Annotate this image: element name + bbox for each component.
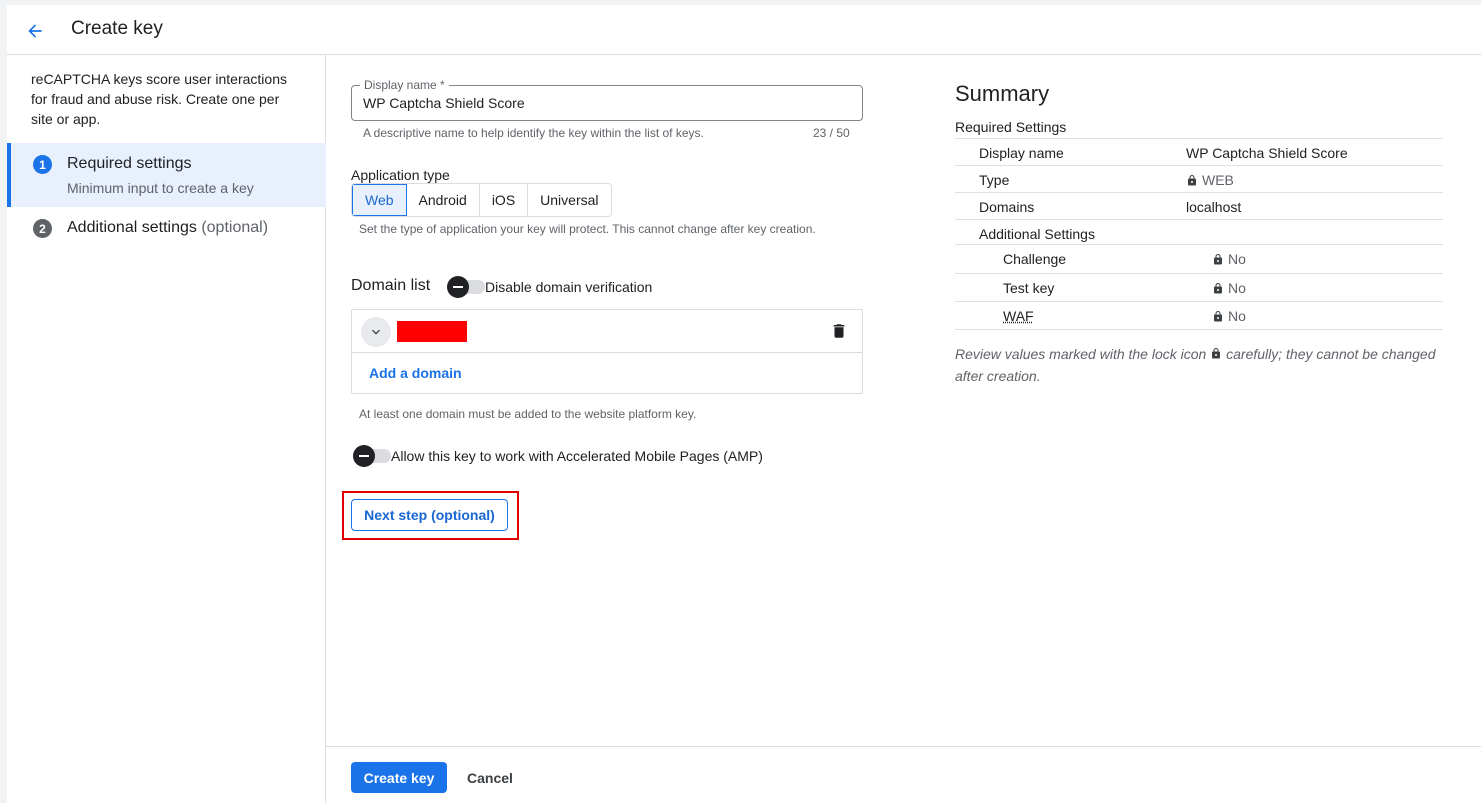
summary-row-challenge: Challenge No: [955, 245, 1443, 274]
summary-value-text: No: [1228, 280, 1246, 296]
next-step-button[interactable]: Next step (optional): [351, 499, 508, 531]
step-title: Additional settings (optional): [67, 219, 268, 237]
step-required-settings[interactable]: 1 Required settings Minimum input to cre…: [7, 143, 326, 207]
disable-domain-verification-toggle[interactable]: [447, 276, 485, 298]
redacted-domain: [397, 321, 467, 342]
lock-icon: [1214, 282, 1222, 293]
create-key-button[interactable]: Create key: [351, 762, 447, 793]
summary-value-text: No: [1228, 308, 1246, 324]
summary-value-locked: No: [1212, 251, 1246, 267]
app-type-ios[interactable]: iOS: [480, 184, 529, 216]
summary-table: Required Settings Display name WP Captch…: [955, 115, 1443, 330]
back-button[interactable]: [21, 17, 49, 45]
summary-section-heading: Additional Settings: [979, 226, 1095, 242]
app-type-android[interactable]: Android: [407, 184, 480, 216]
trash-icon: [833, 324, 845, 338]
domain-list-label: Domain list: [351, 277, 431, 294]
summary-row-type: Type WEB: [955, 166, 1443, 193]
page-header: Create key: [7, 5, 1481, 55]
lock-icon: [1214, 310, 1222, 321]
summary-row-domains: Domains localhost: [955, 193, 1443, 220]
step-number-badge: 2: [33, 219, 52, 238]
lock-icon: [1188, 174, 1196, 185]
summary-section-heading: Required Settings: [955, 119, 1067, 135]
summary-key-waf[interactable]: WAF: [1003, 308, 1034, 324]
amp-toggle[interactable]: [353, 445, 391, 467]
summary-section-required: Required Settings: [955, 115, 1443, 139]
display-name-hint: A descriptive name to help identify the …: [363, 126, 704, 140]
disable-domain-verification-label: Disable domain verification: [485, 279, 653, 295]
page-title: Create key: [71, 18, 163, 39]
application-type-label: Application type: [351, 167, 450, 183]
step-number-badge: 1: [33, 155, 52, 174]
chevron-down-icon: [372, 329, 380, 335]
display-name-input[interactable]: [363, 95, 763, 111]
summary-row-test-key: Test key No: [955, 274, 1443, 302]
toggle-knob: [447, 276, 469, 298]
summary-key: Test key: [1003, 280, 1055, 296]
amp-toggle-label: Allow this key to work with Accelerated …: [391, 448, 763, 464]
app-type-universal[interactable]: Universal: [528, 184, 610, 216]
display-name-field[interactable]: Display name *: [351, 78, 863, 121]
summary-value-text: No: [1228, 251, 1246, 267]
step-additional-settings[interactable]: 2 Additional settings (optional): [7, 207, 326, 271]
lock-icon: [1214, 253, 1222, 264]
create-key-page: Create key reCAPTCHA keys score user int…: [7, 5, 1481, 803]
app-type-web[interactable]: Web: [352, 184, 407, 216]
toggle-knob: [353, 445, 375, 467]
summary-value: WP Captcha Shield Score: [1186, 145, 1348, 161]
expand-domain-button[interactable]: [361, 317, 391, 347]
summary-row-display-name: Display name WP Captcha Shield Score: [955, 139, 1443, 166]
step-optional-tag: (optional): [201, 219, 269, 236]
display-name-counter: 23 / 50: [813, 126, 850, 140]
summary-value-locked: No: [1212, 308, 1246, 324]
summary-note: Review values marked with the lock icon …: [955, 343, 1443, 387]
domain-list-hint: At least one domain must be added to the…: [359, 407, 697, 421]
summary-title: Summary: [955, 81, 1050, 106]
summary-key: Display name: [979, 145, 1064, 161]
stepper-sidebar: reCAPTCHA keys score user interactions f…: [7, 55, 326, 803]
summary-value-text: WEB: [1202, 172, 1234, 188]
step-title-text: Additional settings: [67, 219, 197, 236]
domain-list-card: Add a domain: [351, 309, 863, 394]
summary-key: Domains: [979, 199, 1035, 215]
arrow-back-icon: [28, 24, 42, 38]
summary-key: Type: [979, 172, 1010, 188]
summary-note-before: Review values marked with the lock icon: [955, 346, 1207, 362]
action-footer: Create key Cancel: [326, 746, 1481, 803]
step-subtitle: Minimum input to create a key: [67, 180, 254, 196]
application-type-hint: Set the type of application your key wil…: [359, 222, 816, 236]
lock-icon: [1212, 348, 1221, 359]
step-title: Required settings: [67, 155, 192, 172]
display-name-label: Display name *: [360, 78, 449, 92]
summary-row-waf: WAF No: [955, 302, 1443, 330]
stepper-intro: reCAPTCHA keys score user interactions f…: [31, 71, 287, 127]
summary-value-locked: WEB: [1186, 172, 1234, 188]
add-domain-link[interactable]: Add a domain: [369, 365, 462, 381]
delete-domain-button[interactable]: [830, 322, 848, 342]
summary-value-locked: No: [1212, 280, 1246, 296]
cancel-button[interactable]: Cancel: [467, 770, 513, 786]
summary-section-additional: Additional Settings: [955, 220, 1443, 245]
domain-row: [352, 310, 862, 353]
summary-key: Challenge: [1003, 251, 1067, 267]
application-type-selector: Web Android iOS Universal: [351, 183, 612, 217]
summary-value: localhost: [1186, 199, 1242, 215]
